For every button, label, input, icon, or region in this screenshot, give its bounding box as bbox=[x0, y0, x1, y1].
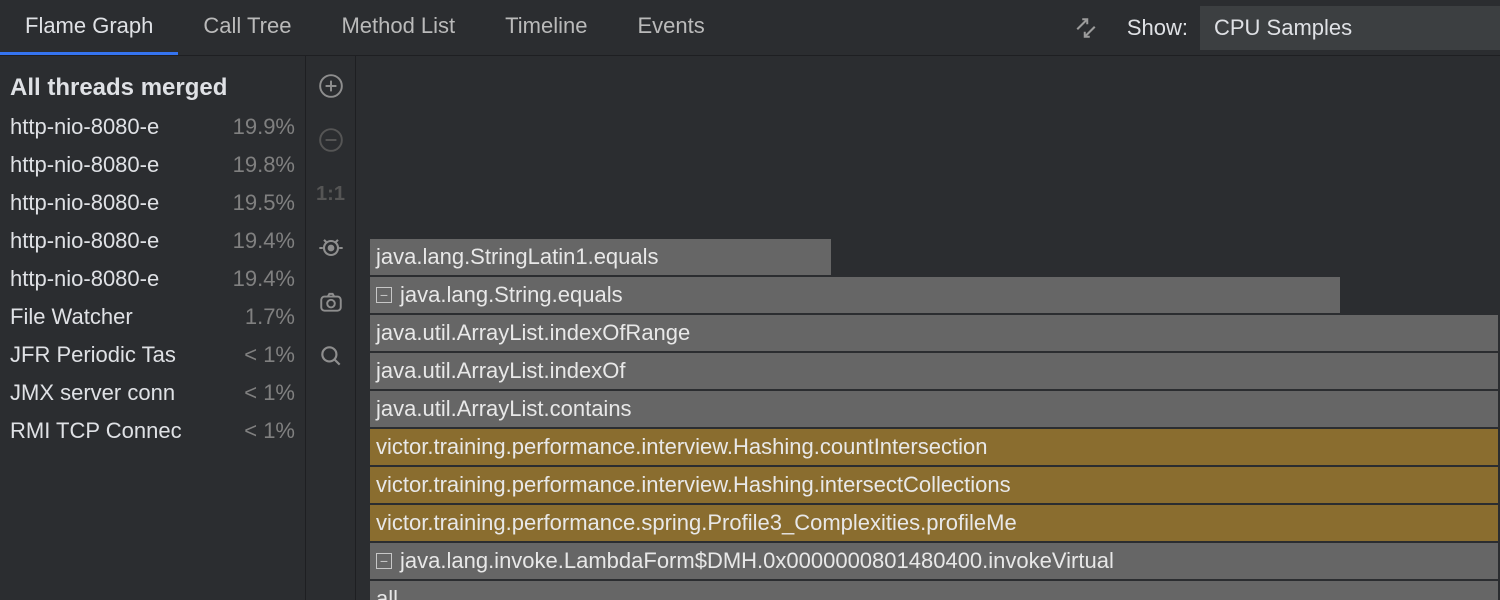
thread-pct: 19.4% bbox=[233, 228, 295, 254]
show-label: Show: bbox=[1127, 15, 1188, 41]
thread-name: http-nio-8080-e bbox=[10, 228, 159, 254]
flame-row: java.util.ArrayList.contains bbox=[370, 390, 1500, 428]
flame-frame-label: all bbox=[376, 586, 398, 600]
tab-timeline[interactable]: Timeline bbox=[480, 0, 612, 55]
flame-frame[interactable]: java.util.ArrayList.contains bbox=[370, 391, 1500, 427]
thread-row[interactable]: RMI TCP Connec < 1% bbox=[0, 412, 305, 450]
thread-pct: < 1% bbox=[244, 418, 295, 444]
show-select[interactable]: CPU Samples bbox=[1200, 6, 1500, 50]
search-icon[interactable] bbox=[313, 338, 349, 374]
thread-pct: 19.5% bbox=[233, 190, 295, 216]
flame-row: all bbox=[370, 580, 1500, 600]
flame-frame-label: java.util.ArrayList.indexOfRange bbox=[376, 320, 690, 346]
flame-frame[interactable]: java.lang.StringLatin1.equals bbox=[370, 239, 833, 275]
thread-row[interactable]: http-nio-8080-e 19.8% bbox=[0, 146, 305, 184]
thread-row[interactable]: http-nio-8080-e 19.4% bbox=[0, 222, 305, 260]
flame-row: java.util.ArrayList.indexOfRange bbox=[370, 314, 1500, 352]
thread-row[interactable]: http-nio-8080-e 19.4% bbox=[0, 260, 305, 298]
flame-area[interactable]: java.lang.StringLatin1.equals−java.lang.… bbox=[356, 56, 1500, 600]
flame-frame-label: victor.training.performance.interview.Ha… bbox=[376, 472, 1011, 498]
tabs: Flame Graph Call Tree Method List Timeli… bbox=[0, 0, 730, 55]
flame-frame[interactable]: −java.lang.invoke.LambdaForm$DMH.0x00000… bbox=[370, 543, 1500, 579]
flame-frame[interactable]: java.util.ArrayList.indexOf bbox=[370, 353, 1500, 389]
flame-frame[interactable]: −java.lang.String.equals bbox=[370, 277, 1342, 313]
flame-frame-label: victor.training.performance.spring.Profi… bbox=[376, 510, 1017, 536]
zoom-out-icon bbox=[313, 122, 349, 158]
collapse-icon[interactable]: − bbox=[376, 287, 392, 303]
collapse-icon[interactable]: − bbox=[376, 553, 392, 569]
thread-row[interactable]: http-nio-8080-e 19.5% bbox=[0, 184, 305, 222]
flame-frame-label: java.util.ArrayList.contains bbox=[376, 396, 632, 422]
thread-row[interactable]: JFR Periodic Tas < 1% bbox=[0, 336, 305, 374]
flame-frame[interactable]: victor.training.performance.interview.Ha… bbox=[370, 429, 1500, 465]
flame-row: victor.training.performance.spring.Profi… bbox=[370, 504, 1500, 542]
flame-row: victor.training.performance.interview.Ha… bbox=[370, 428, 1500, 466]
flame-row: victor.training.performance.interview.Ha… bbox=[370, 466, 1500, 504]
flame-row: −java.lang.invoke.LambdaForm$DMH.0x00000… bbox=[370, 542, 1500, 580]
thread-pct: 1.7% bbox=[245, 304, 295, 330]
thread-name: File Watcher bbox=[10, 304, 133, 330]
thread-pct: 19.4% bbox=[233, 266, 295, 292]
thread-name: http-nio-8080-e bbox=[10, 266, 159, 292]
flame-row: −java.lang.String.equals bbox=[370, 276, 1500, 314]
focus-icon[interactable] bbox=[1065, 7, 1107, 49]
flame-frame[interactable]: java.util.ArrayList.indexOfRange bbox=[370, 315, 1500, 351]
thread-pct: 19.8% bbox=[233, 152, 295, 178]
thread-name: JFR Periodic Tas bbox=[10, 342, 176, 368]
thread-name: JMX server conn bbox=[10, 380, 175, 406]
presentation-icon[interactable] bbox=[313, 230, 349, 266]
flame-frame-label: java.lang.StringLatin1.equals bbox=[376, 244, 659, 270]
one-to-one-icon: 1:1 bbox=[313, 176, 349, 212]
thread-name: RMI TCP Connec bbox=[10, 418, 182, 444]
thread-pct: 19.9% bbox=[233, 114, 295, 140]
flame-toolbar: 1:1 bbox=[306, 56, 356, 600]
thread-name: http-nio-8080-e bbox=[10, 152, 159, 178]
threads-header-label: All threads merged bbox=[10, 74, 227, 102]
thread-row[interactable]: http-nio-8080-e 19.9% bbox=[0, 108, 305, 146]
flame-frame-label: victor.training.performance.interview.Ha… bbox=[376, 434, 987, 460]
zoom-in-icon[interactable] bbox=[313, 68, 349, 104]
thread-row[interactable]: File Watcher 1.7% bbox=[0, 298, 305, 336]
tab-flame-graph[interactable]: Flame Graph bbox=[0, 0, 178, 55]
threads-header[interactable]: All threads merged bbox=[0, 68, 305, 108]
thread-pct: < 1% bbox=[244, 380, 295, 406]
flame-frame-label: java.lang.invoke.LambdaForm$DMH.0x000000… bbox=[400, 548, 1114, 574]
tab-call-tree[interactable]: Call Tree bbox=[178, 0, 316, 55]
tab-method-list[interactable]: Method List bbox=[316, 0, 480, 55]
thread-name: http-nio-8080-e bbox=[10, 190, 159, 216]
thread-name: http-nio-8080-e bbox=[10, 114, 159, 140]
threads-sidebar: All threads merged http-nio-8080-e19.9%h… bbox=[0, 56, 306, 600]
flame-row: java.util.ArrayList.indexOf bbox=[370, 352, 1500, 390]
flame-frame[interactable]: victor.training.performance.spring.Profi… bbox=[370, 505, 1500, 541]
tab-events[interactable]: Events bbox=[613, 0, 730, 55]
flame-frame-label: java.lang.String.equals bbox=[400, 282, 623, 308]
thread-pct: < 1% bbox=[244, 342, 295, 368]
flame-row: java.lang.StringLatin1.equals bbox=[370, 238, 1500, 276]
thread-row[interactable]: JMX server conn < 1% bbox=[0, 374, 305, 412]
flame-frame-label: java.util.ArrayList.indexOf bbox=[376, 358, 625, 384]
screenshot-icon[interactable] bbox=[313, 284, 349, 320]
topbar: Flame Graph Call Tree Method List Timeli… bbox=[0, 0, 1500, 56]
flame-frame[interactable]: all bbox=[370, 581, 1500, 600]
show-group: Show: CPU Samples bbox=[1127, 6, 1500, 50]
flame-frame[interactable]: victor.training.performance.interview.Ha… bbox=[370, 467, 1500, 503]
